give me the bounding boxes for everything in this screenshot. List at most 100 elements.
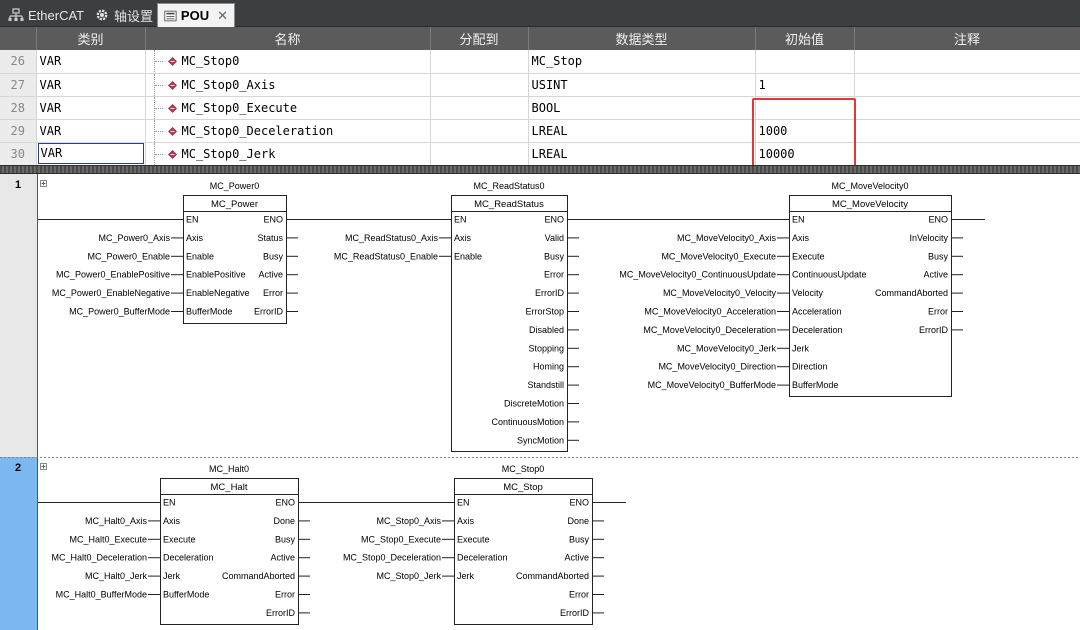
- rung[interactable]: 2 MC_Halt0 MC_Halt EN Axis MC_Halt0_Axis Execu…: [0, 457, 1080, 630]
- comment-cell[interactable]: [854, 73, 1080, 97]
- input-variable[interactable]: MC_Stop0_Axis: [376, 516, 441, 526]
- instance-name[interactable]: MC_ReadStatus0: [473, 181, 544, 191]
- output-pin-label: Busy: [263, 251, 284, 261]
- input-variable[interactable]: MC_MoveVelocity0_Deceleration: [643, 325, 776, 335]
- input-variable[interactable]: MC_ReadStatus0_Enable: [334, 251, 438, 261]
- header-comment[interactable]: 注释: [854, 27, 1080, 50]
- instance-name[interactable]: MC_Stop0: [502, 464, 545, 474]
- output-pin-label: ErrorStop: [525, 307, 564, 317]
- output-pin-label: Busy: [569, 534, 590, 544]
- input-variable[interactable]: MC_MoveVelocity0_Axis: [677, 233, 777, 243]
- assign-cell[interactable]: [430, 50, 529, 74]
- input-variable[interactable]: MC_MoveVelocity0_BufferMode: [648, 380, 776, 390]
- variable-icon: [167, 149, 177, 159]
- instance-name[interactable]: MC_Power0: [210, 181, 260, 191]
- datatype-cell[interactable]: BOOL: [528, 96, 756, 120]
- rung-gutter[interactable]: [0, 174, 37, 457]
- function-block[interactable]: MC_Stop0 MC_Stop EN Axis MC_Stop0_Axis Execut…: [343, 464, 604, 625]
- header-assign[interactable]: 分配到: [430, 27, 529, 50]
- assign-cell[interactable]: [430, 142, 529, 166]
- name-cell[interactable]: MC_Stop0_Execute: [145, 96, 431, 120]
- input-variable[interactable]: MC_MoveVelocity0_Jerk: [677, 343, 777, 353]
- input-variable[interactable]: MC_Halt0_Execute: [69, 534, 147, 544]
- input-variable[interactable]: MC_Stop0_Jerk: [376, 571, 441, 581]
- function-block[interactable]: MC_Power0 MC_Power EN Axis MC_Power0_Axis Ena…: [52, 181, 298, 324]
- instance-name[interactable]: MC_Halt0: [209, 464, 249, 474]
- header-name[interactable]: 名称: [145, 27, 431, 50]
- table-row[interactable]: 27 VAR MC_Stop0_Axis USINT 1: [0, 73, 1080, 97]
- header-category[interactable]: 类别: [36, 27, 146, 50]
- instance-name[interactable]: MC_MoveVelocity0: [831, 181, 908, 191]
- input-variable[interactable]: MC_ReadStatus0_Axis: [345, 233, 439, 243]
- collapse-icon[interactable]: [40, 463, 47, 470]
- input-variable[interactable]: MC_Stop0_Deceleration: [343, 553, 441, 563]
- assign-cell[interactable]: [430, 119, 529, 143]
- initial-value-cell[interactable]: [755, 50, 855, 74]
- function-block[interactable]: MC_MoveVelocity0 MC_MoveVelocity EN Axis MC_…: [619, 181, 963, 397]
- category-cell[interactable]: VAR: [36, 73, 146, 97]
- assign-cell[interactable]: [430, 73, 529, 97]
- output-pin-label: Done: [567, 516, 589, 526]
- comment-cell[interactable]: [854, 50, 1080, 74]
- initial-value-cell[interactable]: [755, 96, 855, 120]
- initial-value-cell[interactable]: 1000: [755, 119, 855, 143]
- comment-cell[interactable]: [854, 142, 1080, 166]
- name-cell[interactable]: MC_Stop0_Axis: [145, 73, 431, 97]
- output-pin-label: Error: [263, 288, 283, 298]
- output-pin-label: SyncMotion: [517, 435, 564, 445]
- input-variable[interactable]: MC_MoveVelocity0_Acceleration: [644, 307, 776, 317]
- rung[interactable]: 1 MC_Power0 MC_Power EN Axis MC_Power0_Axis En…: [0, 174, 985, 457]
- block-type: MC_ReadStatus: [474, 199, 544, 210]
- tab-pou[interactable]: POU ✕: [157, 3, 235, 27]
- tab-label: POU: [180, 8, 210, 23]
- input-variable[interactable]: MC_Power0_EnablePositive: [56, 270, 170, 280]
- assign-cell[interactable]: [430, 96, 529, 120]
- name-cell[interactable]: MC_Stop0_Deceleration: [145, 119, 431, 143]
- collapse-icon[interactable]: [40, 180, 47, 187]
- pane-splitter[interactable]: [0, 165, 1080, 174]
- input-variable[interactable]: MC_Power0_Axis: [98, 233, 170, 243]
- input-variable[interactable]: MC_MoveVelocity0_Direction: [658, 362, 776, 372]
- input-pin-label: Execute: [792, 251, 825, 261]
- datatype-cell[interactable]: LREAL: [528, 119, 756, 143]
- table-row[interactable]: 28 VAR MC_Stop0_Execute BOOL: [0, 96, 1080, 120]
- category-cell[interactable]: VAR: [36, 50, 146, 74]
- input-variable[interactable]: MC_Power0_Enable: [87, 251, 170, 261]
- function-block[interactable]: MC_ReadStatus0 MC_ReadStatus EN Axis MC_Read…: [334, 181, 579, 452]
- table-row[interactable]: 26 VAR MC_Stop0 MC_Stop: [0, 50, 1080, 74]
- header-datatype[interactable]: 数据类型: [528, 27, 756, 50]
- datatype-cell[interactable]: USINT: [528, 73, 756, 97]
- input-pin-label: EN: [457, 498, 470, 508]
- input-variable[interactable]: MC_MoveVelocity0_Execute: [661, 251, 776, 261]
- input-variable[interactable]: MC_Halt0_Jerk: [85, 571, 148, 581]
- comment-cell[interactable]: [854, 96, 1080, 120]
- rung-gutter[interactable]: [0, 457, 37, 630]
- category-cell[interactable]: VAR: [36, 119, 146, 143]
- input-variable[interactable]: MC_Halt0_Deceleration: [51, 553, 147, 563]
- tab-axis-settings[interactable]: 轴设置: [88, 3, 159, 27]
- name-cell[interactable]: MC_Stop0: [145, 50, 431, 74]
- close-icon[interactable]: ✕: [217, 8, 228, 24]
- table-row[interactable]: 29 VAR MC_Stop0_Deceleration LREAL 1000: [0, 119, 1080, 143]
- tab-ethercat[interactable]: EtherCAT: [2, 3, 90, 27]
- category-cell[interactable]: VAR: [36, 142, 146, 166]
- input-variable[interactable]: MC_Power0_EnableNegative: [52, 288, 170, 298]
- function-block[interactable]: MC_Halt0 MC_Halt EN Axis MC_Halt0_Axis Execut…: [51, 464, 310, 625]
- datatype-cell[interactable]: MC_Stop: [528, 50, 756, 74]
- initial-value-cell[interactable]: 1: [755, 73, 855, 97]
- category-cell[interactable]: VAR: [36, 96, 146, 120]
- input-variable[interactable]: MC_MoveVelocity0_ContinuousUpdate: [619, 270, 776, 280]
- comment-cell[interactable]: [854, 119, 1080, 143]
- input-variable[interactable]: MC_Halt0_BufferMode: [56, 590, 147, 600]
- header-initial-value[interactable]: 初始值: [755, 27, 855, 50]
- output-pin-label: ErrorID: [535, 288, 565, 298]
- datatype-cell[interactable]: LREAL: [528, 142, 756, 166]
- input-variable[interactable]: MC_Stop0_Execute: [361, 534, 441, 544]
- input-variable[interactable]: MC_Halt0_Axis: [85, 516, 148, 526]
- input-variable[interactable]: MC_MoveVelocity0_Velocity: [663, 288, 777, 298]
- input-variable[interactable]: MC_Power0_BufferMode: [69, 307, 170, 317]
- initial-value-cell[interactable]: 10000: [755, 142, 855, 166]
- name-cell[interactable]: MC_Stop0_Jerk: [145, 142, 431, 166]
- input-pin-label: Execute: [163, 534, 196, 544]
- table-row[interactable]: 30 VAR MC_Stop0_Jerk LREAL 10000: [0, 142, 1080, 166]
